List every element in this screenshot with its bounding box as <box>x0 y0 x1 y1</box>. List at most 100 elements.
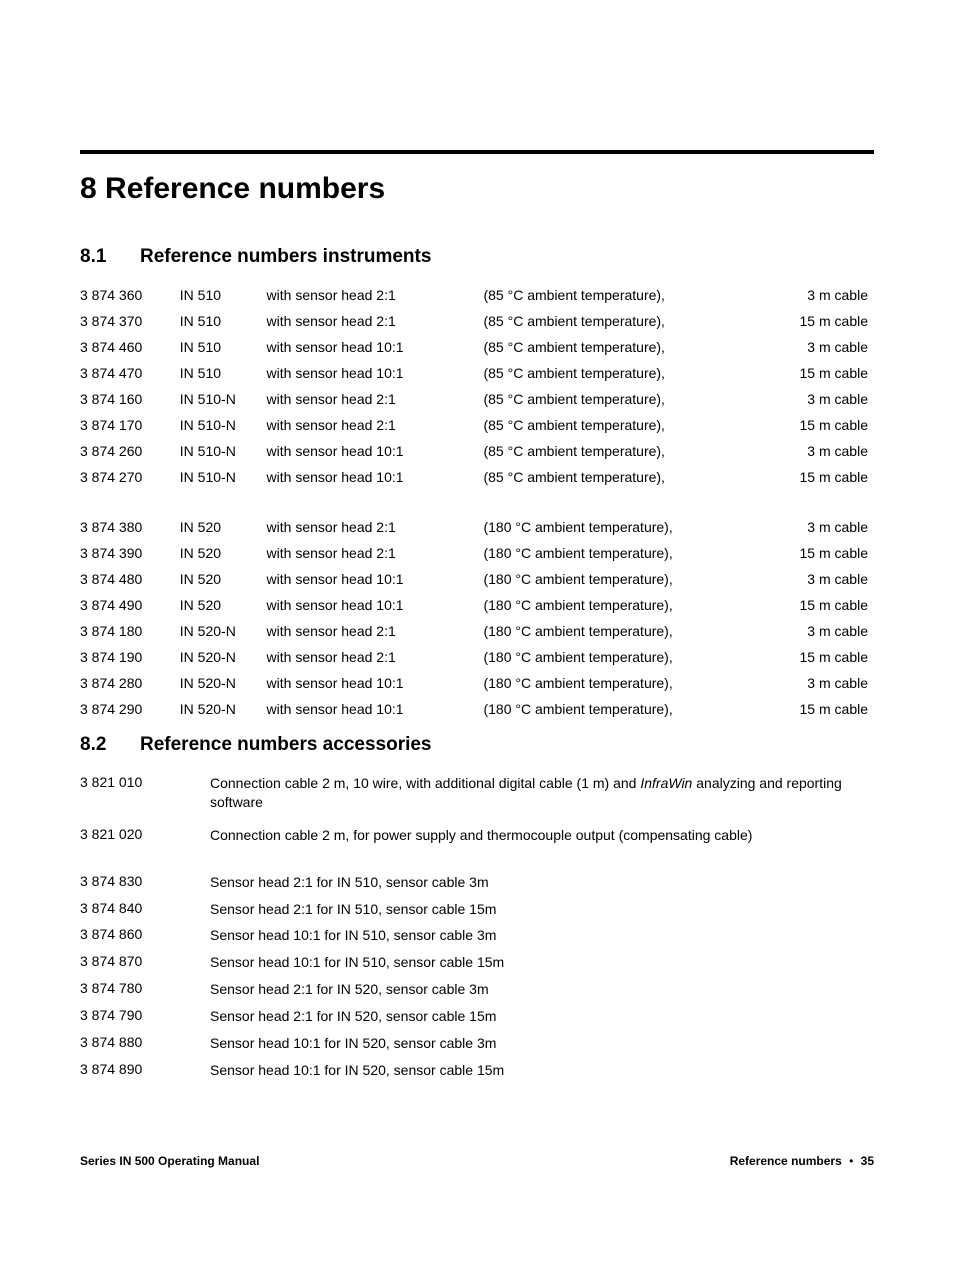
section-title: Reference numbers accessories <box>140 734 432 756</box>
ambient-temp: (85 °C ambient temperature), <box>483 282 765 308</box>
ref-number: 3 874 890 <box>80 1061 210 1080</box>
accessory-description: Sensor head 2:1 for IN 520, sensor cable… <box>210 980 874 999</box>
ambient-temp: (85 °C ambient temperature), <box>483 386 765 412</box>
sensor-head: with sensor head 10:1 <box>267 566 484 592</box>
sensor-head: with sensor head 2:1 <box>267 386 484 412</box>
chapter-number: 8 <box>80 172 97 205</box>
ref-number: 3 821 020 <box>80 826 210 845</box>
table-row: 3 874 180IN 520-Nwith sensor head 2:1(18… <box>80 618 874 644</box>
ref-number: 3 874 190 <box>80 644 180 670</box>
page-footer: Series IN 500 Operating Manual Reference… <box>80 1154 874 1168</box>
model: IN 510-N <box>180 464 267 490</box>
model: IN 520 <box>180 514 267 540</box>
accessory-row: 3 874 780Sensor head 2:1 for IN 520, sen… <box>80 976 874 1003</box>
ambient-temp: (85 °C ambient temperature), <box>483 464 765 490</box>
section-number: 8.1 <box>80 246 140 268</box>
table-row: 3 874 460IN 510with sensor head 10:1(85 … <box>80 334 874 360</box>
footer-page-number: 35 <box>861 1154 874 1168</box>
sensor-head: with sensor head 2:1 <box>267 514 484 540</box>
ambient-temp: (180 °C ambient temperature), <box>483 540 765 566</box>
model: IN 510-N <box>180 438 267 464</box>
ambient-temp: (85 °C ambient temperature), <box>483 308 765 334</box>
instruments-table: 3 874 360IN 510with sensor head 2:1(85 °… <box>80 282 874 722</box>
accessory-row: 3 874 790Sensor head 2:1 for IN 520, sen… <box>80 1003 874 1030</box>
sensor-head: with sensor head 2:1 <box>267 308 484 334</box>
ref-number: 3 874 360 <box>80 282 180 308</box>
cable-length: 15 m cable <box>766 360 875 386</box>
accessory-description: Sensor head 10:1 for IN 520, sensor cabl… <box>210 1034 874 1053</box>
ref-number: 3 874 470 <box>80 360 180 386</box>
model: IN 510-N <box>180 412 267 438</box>
cable-length: 3 m cable <box>766 618 875 644</box>
footer-bullet: • <box>845 1154 857 1168</box>
ambient-temp: (180 °C ambient temperature), <box>483 566 765 592</box>
ref-number: 3 874 180 <box>80 618 180 644</box>
cable-length: 15 m cable <box>766 308 875 334</box>
table-row: 3 874 260IN 510-Nwith sensor head 10:1(8… <box>80 438 874 464</box>
footer-section-title: Reference numbers <box>730 1154 842 1168</box>
cable-length: 3 m cable <box>766 282 875 308</box>
section-8-2-heading: 8.2 Reference numbers accessories <box>80 734 874 756</box>
accessory-row: 3 874 880Sensor head 10:1 for IN 520, se… <box>80 1030 874 1057</box>
cable-length: 3 m cable <box>766 670 875 696</box>
sensor-head: with sensor head 2:1 <box>267 282 484 308</box>
model: IN 520 <box>180 566 267 592</box>
model: IN 510-N <box>180 386 267 412</box>
section-8-1-heading: 8.1 Reference numbers instruments <box>80 246 874 268</box>
ref-number: 3 874 270 <box>80 464 180 490</box>
model: IN 510 <box>180 308 267 334</box>
ref-number: 3 874 370 <box>80 308 180 334</box>
table-row: 3 874 190IN 520-Nwith sensor head 2:1(18… <box>80 644 874 670</box>
cable-length: 15 m cable <box>766 644 875 670</box>
accessory-row: 3 821 010Connection cable 2 m, 10 wire, … <box>80 770 874 822</box>
cable-length: 3 m cable <box>766 334 875 360</box>
cable-length: 15 m cable <box>766 592 875 618</box>
cable-length: 15 m cable <box>766 412 875 438</box>
ambient-temp: (85 °C ambient temperature), <box>483 334 765 360</box>
ref-number: 3 874 380 <box>80 514 180 540</box>
accessory-description: Sensor head 2:1 for IN 520, sensor cable… <box>210 1007 874 1026</box>
ref-number: 3 874 830 <box>80 873 210 892</box>
ambient-temp: (180 °C ambient temperature), <box>483 514 765 540</box>
cable-length: 15 m cable <box>766 464 875 490</box>
cable-length: 15 m cable <box>766 540 875 566</box>
ref-number: 3 874 860 <box>80 926 210 945</box>
accessory-description: Sensor head 10:1 for IN 520, sensor cabl… <box>210 1061 874 1080</box>
ref-number: 3 874 160 <box>80 386 180 412</box>
cable-length: 15 m cable <box>766 696 875 722</box>
sensor-head: with sensor head 10:1 <box>267 464 484 490</box>
sensor-head: with sensor head 10:1 <box>267 592 484 618</box>
cable-length: 3 m cable <box>766 566 875 592</box>
ref-number: 3 874 880 <box>80 1034 210 1053</box>
accessory-description: Connection cable 2 m, 10 wire, with addi… <box>210 774 874 812</box>
table-row: 3 874 380IN 520with sensor head 2:1(180 … <box>80 514 874 540</box>
ref-number: 3 821 010 <box>80 774 210 812</box>
ref-number: 3 874 460 <box>80 334 180 360</box>
section-title: Reference numbers instruments <box>140 246 431 268</box>
accessory-row: 3 874 870Sensor head 10:1 for IN 510, se… <box>80 949 874 976</box>
accessory-row: 3 874 890Sensor head 10:1 for IN 520, se… <box>80 1057 874 1084</box>
chapter-title-text: Reference numbers <box>105 172 385 205</box>
sensor-head: with sensor head 10:1 <box>267 360 484 386</box>
footer-left: Series IN 500 Operating Manual <box>80 1154 259 1168</box>
accessory-description: Connection cable 2 m, for power supply a… <box>210 826 874 845</box>
sensor-head: with sensor head 2:1 <box>267 644 484 670</box>
accessory-row: 3 874 860Sensor head 10:1 for IN 510, se… <box>80 922 874 949</box>
accessory-description: Sensor head 2:1 for IN 510, sensor cable… <box>210 873 874 892</box>
ambient-temp: (85 °C ambient temperature), <box>483 438 765 464</box>
model: IN 520-N <box>180 670 267 696</box>
ref-number: 3 874 790 <box>80 1007 210 1026</box>
sensor-head: with sensor head 10:1 <box>267 334 484 360</box>
ambient-temp: (180 °C ambient temperature), <box>483 644 765 670</box>
table-row: 3 874 290IN 520-Nwith sensor head 10:1(1… <box>80 696 874 722</box>
ref-number: 3 874 260 <box>80 438 180 464</box>
accessory-row: 3 874 830Sensor head 2:1 for IN 510, sen… <box>80 869 874 896</box>
accessory-description: Sensor head 2:1 for IN 510, sensor cable… <box>210 900 874 919</box>
ref-number: 3 874 280 <box>80 670 180 696</box>
ref-number: 3 874 780 <box>80 980 210 999</box>
model: IN 520-N <box>180 618 267 644</box>
model: IN 510 <box>180 334 267 360</box>
sensor-head: with sensor head 2:1 <box>267 540 484 566</box>
ref-number: 3 874 490 <box>80 592 180 618</box>
table-row: 3 874 170IN 510-Nwith sensor head 2:1(85… <box>80 412 874 438</box>
